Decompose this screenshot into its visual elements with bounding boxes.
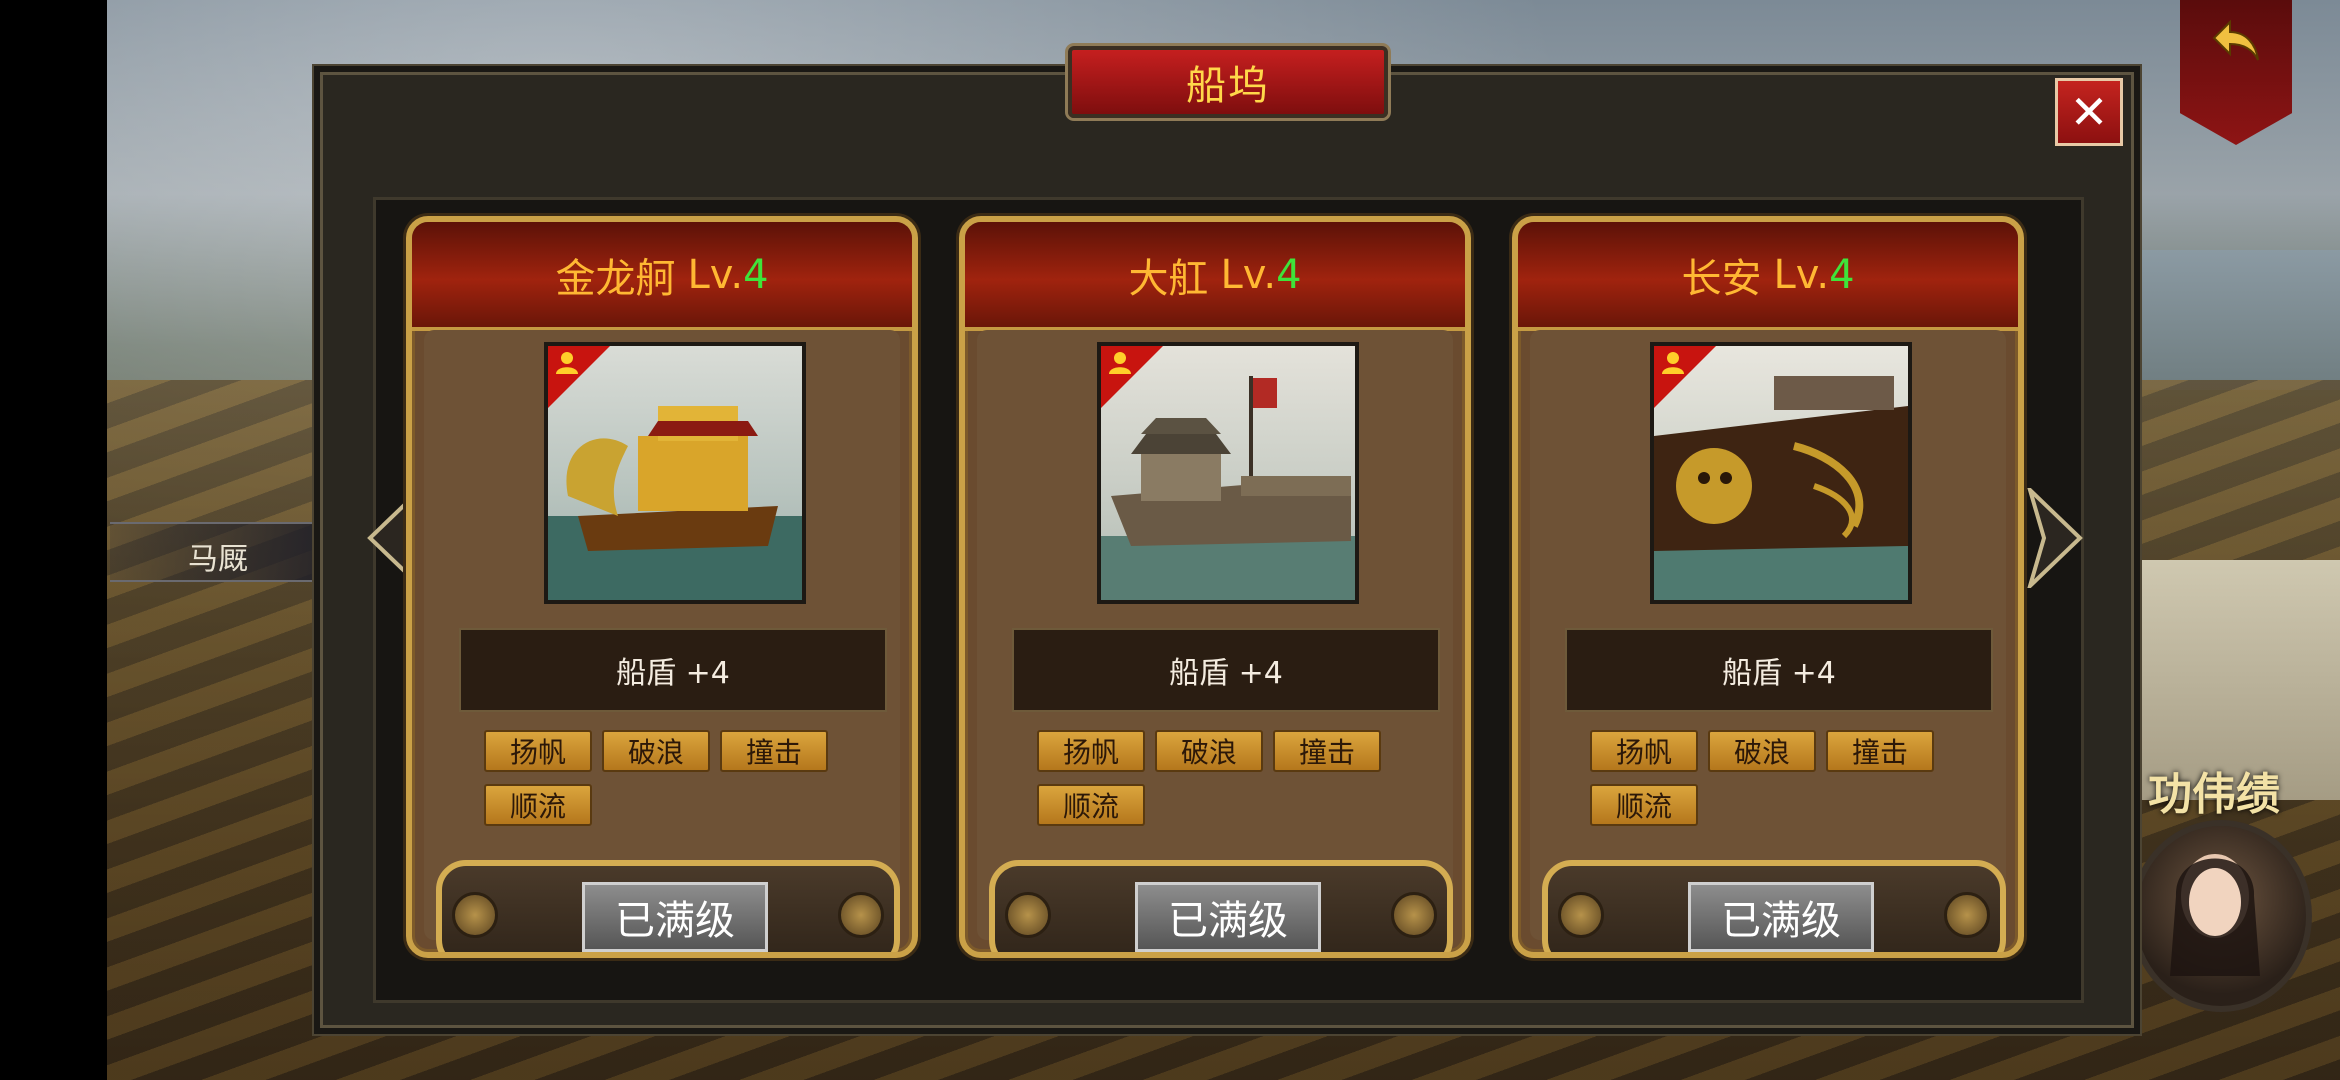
ship-effect: 船盾 +4 [1012,628,1440,712]
upgrade-frame: 已满级 [989,860,1453,952]
ship-name: 长安 [1681,255,1762,302]
skill-tag[interactable]: 扬帆 [1590,730,1698,772]
person-icon [1109,352,1131,374]
skill-tag[interactable]: 破浪 [1155,730,1263,772]
upgrade-frame: 已满级 [1542,860,2006,952]
upgrade-frame: 已满级 [436,860,900,952]
ship-card-header: 金龙舸 Lv. 4 [412,222,912,331]
stable-building-tag[interactable]: 马厩 [110,522,320,582]
skill-tag[interactable]: 破浪 [602,730,710,772]
ship-effect: 船盾 +4 [459,628,887,712]
max-level-button[interactable]: 已满级 [582,882,768,952]
ship-card: 长安 Lv. 4 船盾 +4 扬帆 破浪 撞击 顺流 已满级 [1512,216,2024,958]
ship-name: 大舡 [1128,255,1209,302]
max-level-button[interactable]: 已满级 [1135,882,1321,952]
ship-card-body: 船盾 +4 扬帆 破浪 撞击 顺流 已满级 [977,330,1453,952]
level-number: 4 [743,251,769,298]
dialog-title: 船坞 [1068,46,1388,118]
skill-tag[interactable]: 扬帆 [484,730,592,772]
skill-tag[interactable]: 顺流 [1590,784,1698,826]
skill-tag[interactable]: 顺流 [484,784,592,826]
ship-card-header: 大舡 Lv. 4 [965,222,1465,331]
stable-label: 马厩 [188,542,248,577]
character-avatar-button[interactable] [2130,820,2312,1012]
avatar-portrait [2170,854,2260,976]
skill-tag[interactable]: 撞击 [720,730,828,772]
skill-tag[interactable]: 撞击 [1273,730,1381,772]
frame-knob-right [1391,892,1437,938]
ship-portrait[interactable] [544,342,806,604]
frame-knob-left [1558,892,1604,938]
ship-name: 金龙舸 [555,255,676,302]
person-icon [556,352,578,374]
ship-effect: 船盾 +4 [1565,628,1993,712]
level-number: 4 [1276,251,1302,298]
level-prefix: Lv. [1773,251,1830,298]
skill-tag[interactable]: 扬帆 [1037,730,1145,772]
chevron-right-icon[interactable] [2026,488,2084,588]
ship-card: 金龙舸 Lv. 4 船盾 +4 扬帆 破浪 撞击 顺流 已满级 [406,216,918,958]
skill-tag[interactable]: 破浪 [1708,730,1816,772]
ship-portrait[interactable] [1097,342,1359,604]
war-junk-image [1101,346,1355,600]
frame-knob-left [452,892,498,938]
level-prefix: Lv. [1220,251,1277,298]
ship-card-body: 船盾 +4 扬帆 破浪 撞击 顺流 已满级 [424,330,900,952]
ship-card-body: 船盾 +4 扬帆 破浪 撞击 顺流 已满级 [1530,330,2006,952]
frame-knob-left [1005,892,1051,938]
achievements-label: 功伟绩 [2148,769,2280,820]
close-icon: ✕ [2069,85,2109,139]
ship-card: 大舡 Lv. 4 船盾 +4 扬帆 破浪 撞击 顺流 已满级 [959,216,1471,958]
frame-knob-right [1944,892,1990,938]
level-prefix: Lv. [687,251,744,298]
ship-card-header: 长安 Lv. 4 [1518,222,2018,331]
dragon-ship-image [548,346,802,600]
max-level-button[interactable]: 已满级 [1688,882,1874,952]
tiger-warship-image [1654,346,1908,600]
frame-knob-right [838,892,884,938]
level-number: 4 [1829,251,1855,298]
close-button[interactable]: ✕ [2055,78,2123,146]
ship-portrait[interactable] [1650,342,1912,604]
skill-tag[interactable]: 顺流 [1037,784,1145,826]
return-arrow-icon [2212,19,2259,61]
harbor-water [2100,250,2340,390]
person-icon [1662,352,1684,374]
skill-tag[interactable]: 撞击 [1826,730,1934,772]
